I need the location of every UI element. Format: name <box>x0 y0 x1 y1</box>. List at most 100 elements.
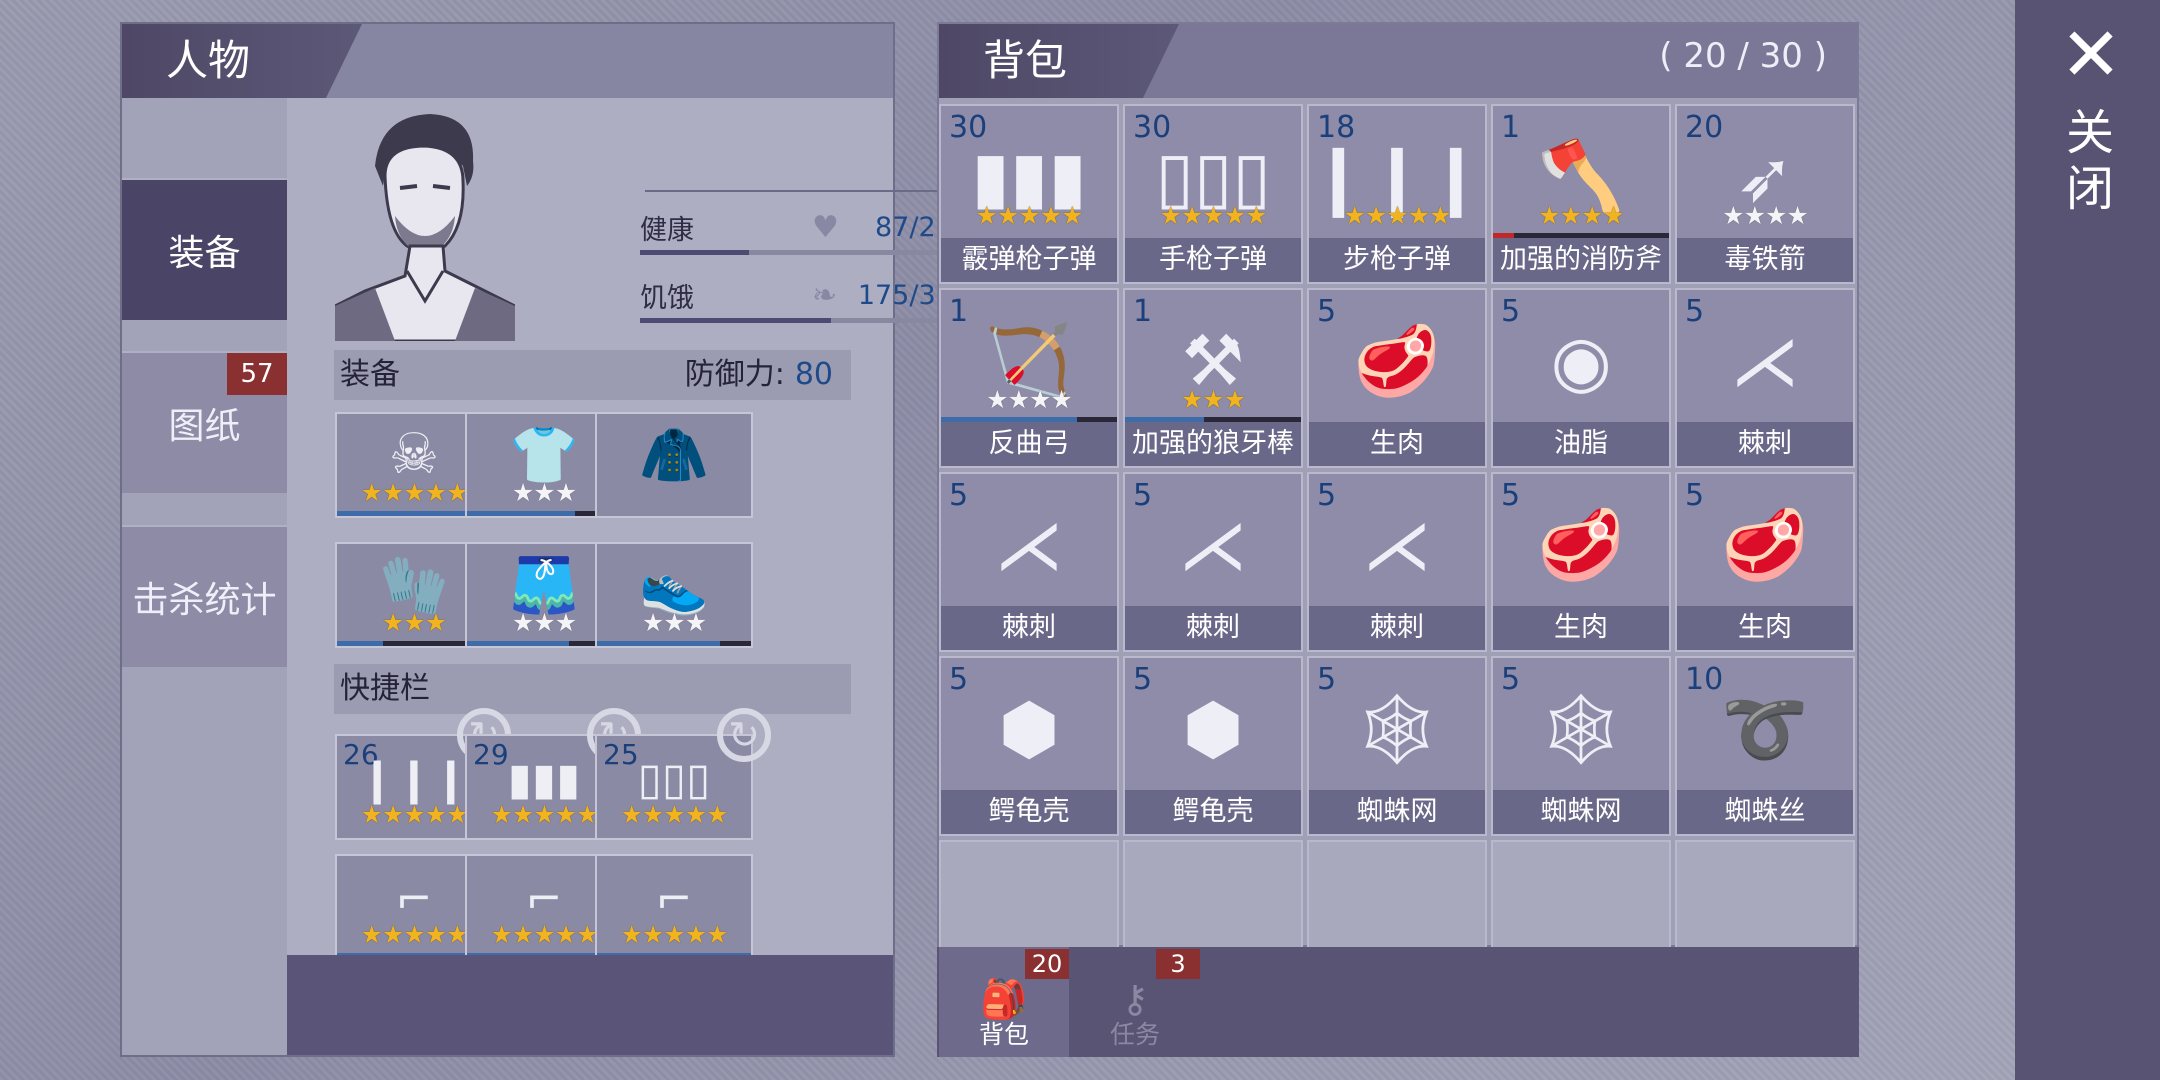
item-name: 加强的消防斧 <box>1493 238 1669 282</box>
bag-item[interactable]: 1 ⚒ ★★★ 加强的狼牙棒 <box>1123 288 1303 468</box>
side-tabs: 装备 图纸 57 击杀统计 <box>122 98 287 1055</box>
health-stat: 健康 ♥ 87/260 <box>640 208 970 258</box>
star-rating: ★★★★ <box>986 385 1073 414</box>
close-icon[interactable]: ✕ <box>2060 18 2122 92</box>
item-name: 手枪子弹 <box>1125 238 1301 282</box>
item-name: 生肉 <box>1309 422 1485 466</box>
character-area: 健康 ♥ 87/260 饥饿 ❧ 175/300 装备 防御力: 80 ☠ ★★★★… <box>287 98 970 1055</box>
tab-kill-stats[interactable]: 击杀统计 <box>122 525 287 667</box>
stomach-icon: ❧ <box>812 278 838 313</box>
item-name: 加强的狼牙棒 <box>1125 422 1301 466</box>
hunger-bar <box>640 318 970 323</box>
close-label[interactable]: 关闭 <box>2065 105 2115 217</box>
spider-silk-icon: ➰ <box>1721 688 1809 770</box>
tab-equipment-label: 装备 <box>168 233 241 274</box>
spider-web-icon: 🕸 <box>1536 688 1626 770</box>
star-rating: ★★★★★ <box>1159 201 1267 230</box>
bag-item[interactable]: 5 ◉ 油脂 <box>1491 288 1671 468</box>
tab-backpack-label: 背包 <box>978 1020 1029 1049</box>
star-rating: ★★★ <box>641 608 707 637</box>
character-panel: 人物 装备 图纸 57 击杀统计 健康 ♥ 87/260 饥饿 ❧ 175/30… <box>120 22 970 1057</box>
bag-item[interactable]: 5 🥩 生肉 <box>1491 472 1671 652</box>
star-rating: ★★★★ <box>1538 201 1625 230</box>
close-strip[interactable]: ✕ 关闭 <box>2015 0 2160 1080</box>
item-name: 生肉 <box>1493 606 1669 650</box>
star-rating: ★★★★ <box>1722 201 1809 230</box>
bag-item[interactable]: 5 ⋌ 棘刺 <box>1123 472 1303 652</box>
bag-item[interactable]: 5 🕸 蜘蛛网 <box>1491 656 1671 836</box>
defense-stat: 防御力: 80 <box>685 350 833 400</box>
fat-icon: ◉ <box>1550 320 1612 402</box>
item-name: 棘刺 <box>1309 606 1485 650</box>
thorn-icon: ⋌ <box>1730 320 1800 402</box>
swap-icon[interactable]: ↻ <box>717 708 771 762</box>
quests-badge: 3 <box>1156 949 1200 979</box>
bag-capacity: ( 20 / 30 ) <box>1659 36 1827 76</box>
defense-value: 80 <box>794 357 833 392</box>
bag-item[interactable]: 5 ⬢ 鳄龟壳 <box>939 656 1119 836</box>
raw-meat-icon: 🥩 <box>1537 504 1625 586</box>
hunger-bar-fill <box>640 318 832 323</box>
bag-item[interactable]: 5 ⋌ 棘刺 <box>1675 288 1855 468</box>
item-name: 霰弹枪子弹 <box>941 238 1117 282</box>
stats-divider <box>645 190 970 192</box>
turtle-shell-icon: ⬢ <box>998 688 1060 770</box>
hunger-stat: 饥饿 ❧ 175/300 <box>640 276 970 326</box>
bag-item[interactable]: 10 ➰ 蜘蛛丝 <box>1675 656 1855 836</box>
item-name: 反曲弓 <box>941 422 1117 466</box>
tab-blueprints-label: 图纸 <box>168 406 241 447</box>
bag-item[interactable]: 1 🪓 ★★★★ 加强的消防斧 <box>1491 104 1671 284</box>
star-rating: ★★★★★ <box>1343 201 1451 230</box>
star-rating: ★★★ <box>1180 385 1246 414</box>
bag-item[interactable]: 5 🕸 蜘蛛网 <box>1307 656 1487 836</box>
equipment-slot-shoes[interactable]: 👟 ★★★ <box>595 542 753 648</box>
bag-item[interactable]: 5 ⬢ 鳄龟壳 <box>1123 656 1303 836</box>
tab-blueprints[interactable]: 图纸 57 <box>122 351 287 493</box>
defense-label: 防御力: <box>684 357 785 392</box>
hunger-label: 饥饿 <box>640 283 694 314</box>
item-name: 毒铁箭 <box>1677 238 1853 282</box>
bag-item[interactable]: 5 🥩 生肉 <box>1307 288 1487 468</box>
item-name: 棘刺 <box>1125 606 1301 650</box>
star-rating: ★★★★★ <box>620 800 728 829</box>
thorn-icon: ⋌ <box>1362 504 1432 586</box>
quickbar-slot-6[interactable]: ⌐ ★★★★★ <box>595 854 753 960</box>
item-name: 鳄龟壳 <box>941 790 1117 834</box>
item-name: 油脂 <box>1493 422 1669 466</box>
bag-item[interactable]: 20 ➶ ★★★★ 毒铁箭 <box>1675 104 1855 284</box>
bag-item[interactable]: 30 ▮▮▮ ★★★★★ 霰弹枪子弹 <box>939 104 1119 284</box>
quickbar-label: 快捷栏 <box>340 671 430 706</box>
item-name: 生肉 <box>1677 606 1853 650</box>
bag-item[interactable]: 5 ⋌ 棘刺 <box>1307 472 1487 652</box>
blueprints-badge: 57 <box>227 353 287 395</box>
bag-item[interactable]: 18 ❙❙❙ ★★★★★ 步枪子弹 <box>1307 104 1487 284</box>
item-name: 棘刺 <box>1677 422 1853 466</box>
bag-panel: 背包 ( 20 / 30 ) 30 ▮▮▮ ★★★★★ 霰弹枪子弹 30 ▯▯▯ ★★★★★… <box>937 22 1859 1020</box>
tab-backpack[interactable]: 🎒 背包 20 <box>939 947 1069 1057</box>
bag-item[interactable]: 30 ▯▯▯ ★★★★★ 手枪子弹 <box>1123 104 1303 284</box>
backpack-badge: 20 <box>1025 949 1069 979</box>
health-label: 健康 <box>640 215 694 246</box>
heart-icon: ♥ <box>812 210 839 245</box>
turtle-shell-icon: ⬢ <box>1182 688 1244 770</box>
tab-kill-stats-label: 击杀统计 <box>132 580 277 621</box>
item-name: 步枪子弹 <box>1309 238 1485 282</box>
raw-meat-icon: 🥩 <box>1721 504 1809 586</box>
item-name: 棘刺 <box>941 606 1117 650</box>
star-rating: ★★★★★ <box>620 920 728 949</box>
tab-equipment[interactable]: 装备 <box>122 178 287 320</box>
item-name: 蜘蛛网 <box>1309 790 1485 834</box>
left-panel-footer <box>287 955 893 1055</box>
thorn-icon: ⋌ <box>1178 504 1248 586</box>
equipment-slot-coat[interactable]: 🧥 <box>595 412 753 518</box>
bag-item[interactable]: 5 ⋌ 棘刺 <box>939 472 1119 652</box>
bag-item[interactable]: 1 🏹 ★★★★ 反曲弓 <box>939 288 1119 468</box>
equipment-section-header: 装备 防御力: 80 <box>334 350 851 400</box>
item-name: 鳄龟壳 <box>1125 790 1301 834</box>
tab-quests[interactable]: ⚷ 任务 3 <box>1070 947 1200 1057</box>
durability-bar <box>597 641 751 646</box>
bag-item[interactable]: 5 🥩 生肉 <box>1675 472 1855 652</box>
health-bar <box>640 250 970 255</box>
equipment-section-label: 装备 <box>340 357 400 392</box>
revolver-icon: ⌐ <box>655 874 693 925</box>
